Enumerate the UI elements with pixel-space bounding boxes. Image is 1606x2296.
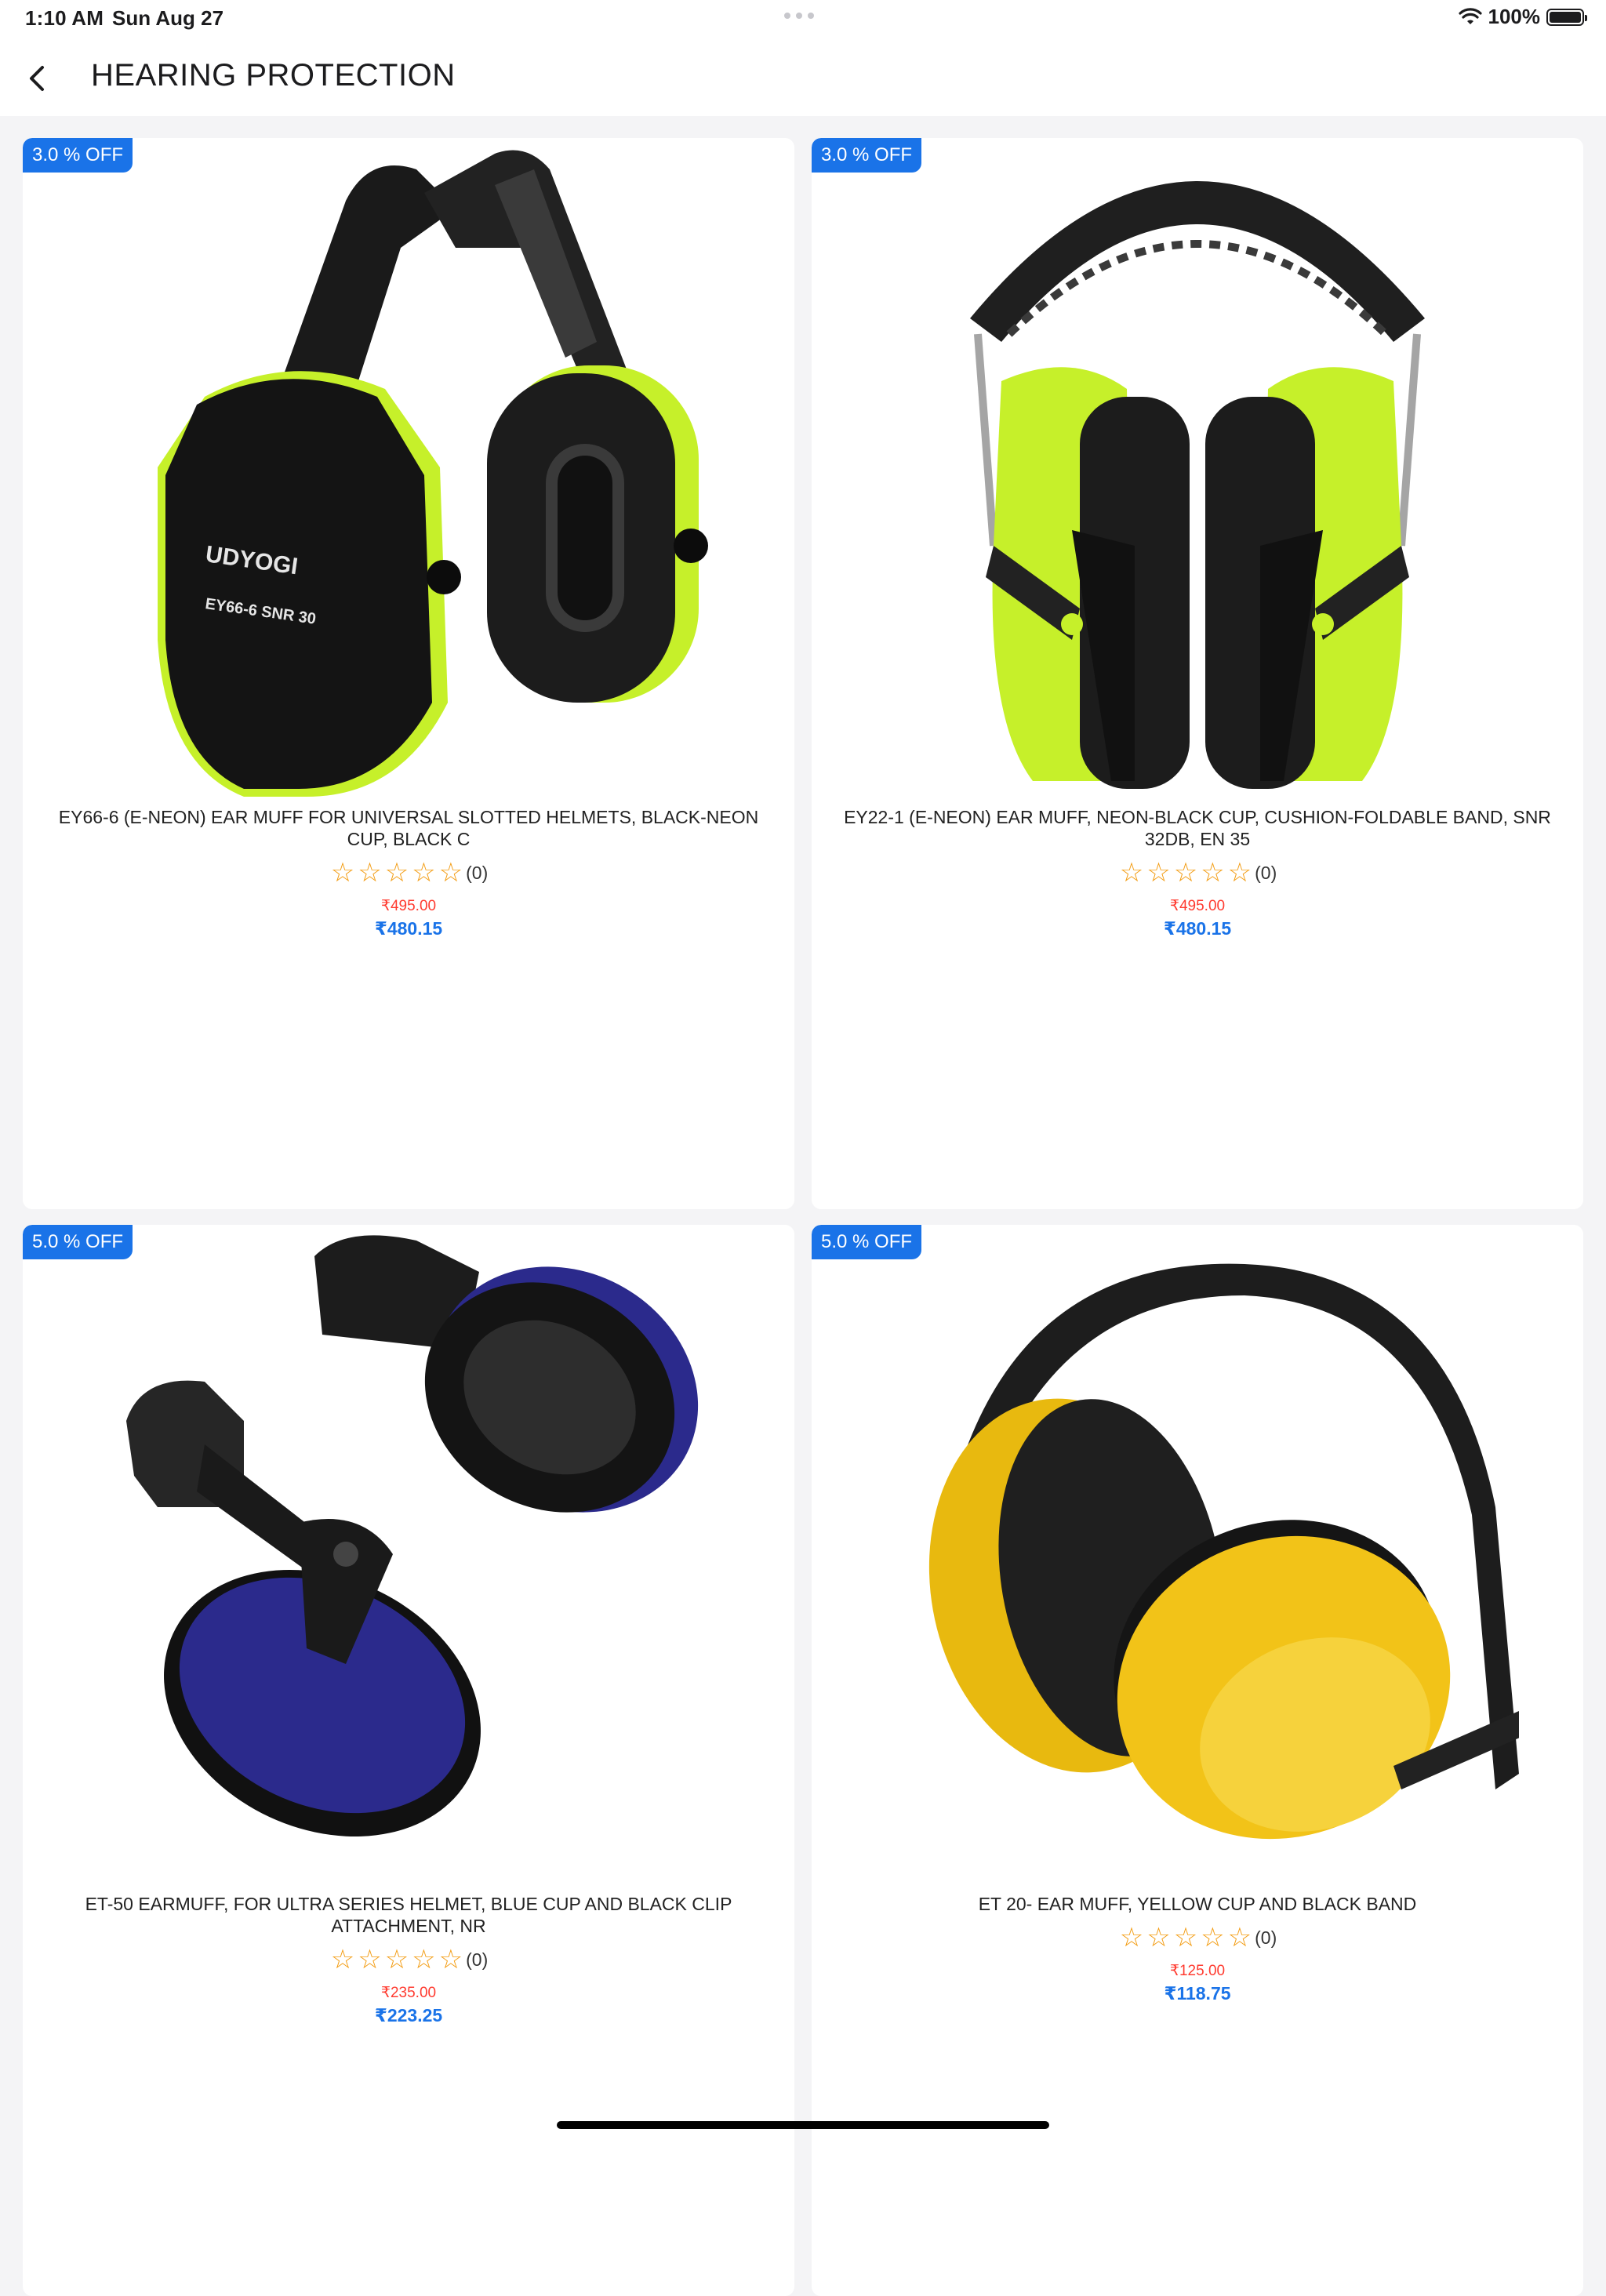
sale-price: ₹223.25 xyxy=(374,2005,443,2025)
product-image-earmuff-blue-clip[interactable] xyxy=(70,1225,747,1884)
discount-badge: 3.0 % OFF xyxy=(23,138,133,173)
product-name[interactable]: EY66-6 (E-NEON) EAR MUFF FOR UNIVERSAL S… xyxy=(38,806,779,850)
original-price: ₹495.00 xyxy=(1169,898,1226,914)
discount-badge: 5.0 % OFF xyxy=(812,1225,922,1259)
status-time: 1:10 AM xyxy=(25,6,104,30)
star-icon: ☆ xyxy=(384,858,409,888)
product-card[interactable]: 3.0 % OFF UDYOGI EY66-6 SNR 30 EY66-6 (E… xyxy=(23,138,794,1209)
rating-count: (0) xyxy=(1255,862,1277,883)
rating-count: (0) xyxy=(1255,1927,1277,1948)
original-price: ₹495.00 xyxy=(380,898,437,914)
rating-stars: ☆ ☆ ☆ ☆ ☆ (0) xyxy=(23,1946,794,1973)
product-card[interactable]: 5.0 % OFF ET 20- EAR MUFF, YELLOW CUP AN… xyxy=(812,1225,1583,2296)
star-icon: ☆ xyxy=(1227,1923,1252,1953)
back-button[interactable] xyxy=(16,56,60,100)
page-title: HEARING PROTECTION xyxy=(91,58,456,93)
battery-icon xyxy=(1546,8,1587,26)
star-icon: ☆ xyxy=(1227,858,1252,888)
star-icon: ☆ xyxy=(1201,1923,1225,1953)
star-icon: ☆ xyxy=(412,858,436,888)
rating-stars: ☆ ☆ ☆ ☆ ☆ (0) xyxy=(23,859,794,886)
star-icon: ☆ xyxy=(438,858,463,888)
status-date: Sun Aug 27 xyxy=(112,6,224,30)
star-icon: ☆ xyxy=(358,858,382,888)
star-icon: ☆ xyxy=(438,1945,463,1974)
product-card[interactable]: 5.0 % OFF ET-50 EARMUFF, FOR ULTRA SERIE… xyxy=(23,1225,794,2296)
sale-price: ₹480.15 xyxy=(1163,918,1232,939)
star-icon: ☆ xyxy=(330,1945,355,1974)
star-icon: ☆ xyxy=(1201,858,1225,888)
product-name[interactable]: ET-50 EARMUFF, FOR ULTRA SERIES HELMET, … xyxy=(38,1893,779,1937)
status-bar: 1:10 AM Sun Aug 27 100% xyxy=(0,0,1606,38)
star-icon: ☆ xyxy=(1146,858,1171,888)
rating-count: (0) xyxy=(466,862,489,883)
original-price: ₹125.00 xyxy=(1169,1963,1226,1979)
product-image-earmuff-neon-foldable[interactable] xyxy=(859,138,1536,797)
star-icon: ☆ xyxy=(1119,858,1144,888)
multitasking-dots[interactable] xyxy=(784,13,814,19)
chevron-left-icon xyxy=(30,66,44,91)
home-indicator[interactable] xyxy=(557,2121,1049,2129)
star-icon: ☆ xyxy=(1173,858,1198,888)
rating-stars: ☆ ☆ ☆ ☆ ☆ (0) xyxy=(812,859,1583,886)
product-image-earmuff-yellow[interactable] xyxy=(859,1225,1536,1884)
status-indicators: 100% xyxy=(1458,5,1587,29)
product-name[interactable]: ET 20- EAR MUFF, YELLOW CUP AND BLACK BA… xyxy=(827,1893,1568,1915)
star-icon: ☆ xyxy=(412,1945,436,1974)
discount-badge: 5.0 % OFF xyxy=(23,1225,133,1259)
product-card[interactable]: 3.0 % OFF EY22-1 (E-NEON) EAR MUFF, NEON… xyxy=(812,138,1583,1209)
star-icon: ☆ xyxy=(384,1945,409,1974)
sale-price: ₹118.75 xyxy=(1164,1983,1231,2004)
navigation-bar: HEARING PROTECTION xyxy=(0,38,1606,116)
sale-price: ₹480.15 xyxy=(374,918,443,939)
original-price: ₹235.00 xyxy=(380,1985,437,2001)
discount-badge: 3.0 % OFF xyxy=(812,138,922,173)
rating-stars: ☆ ☆ ☆ ☆ ☆ (0) xyxy=(812,1924,1583,1951)
battery-percentage: 100% xyxy=(1488,5,1541,28)
wifi-icon xyxy=(1458,7,1482,24)
star-icon: ☆ xyxy=(1173,1923,1198,1953)
star-icon: ☆ xyxy=(330,858,355,888)
product-name[interactable]: EY22-1 (E-NEON) EAR MUFF, NEON-BLACK CUP… xyxy=(827,806,1568,850)
star-icon: ☆ xyxy=(1146,1923,1171,1953)
product-image-earmuff-helmet-neon[interactable]: UDYOGI EY66-6 SNR 30 xyxy=(70,138,747,797)
rating-count: (0) xyxy=(466,1949,489,1970)
star-icon: ☆ xyxy=(1119,1923,1144,1953)
star-icon: ☆ xyxy=(358,1945,382,1974)
product-grid: 3.0 % OFF UDYOGI EY66-6 SNR 30 EY66-6 (E… xyxy=(23,138,1583,2296)
